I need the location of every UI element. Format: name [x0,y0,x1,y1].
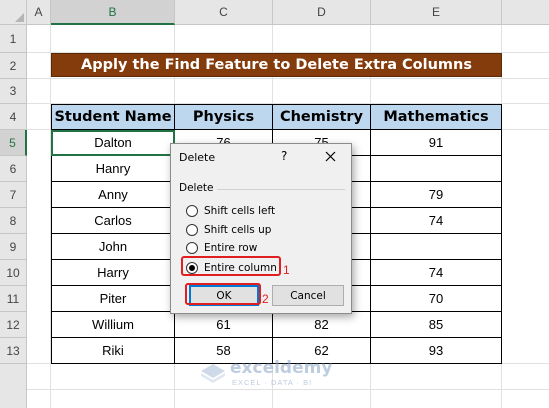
table-cell[interactable]: Dalton [51,129,175,156]
row-header-13[interactable]: 13 [0,338,27,364]
dialog-title: Delete [179,151,216,164]
row-header-9[interactable]: 9 [0,234,27,260]
option-label: Shift cells up [204,224,272,236]
table-cell[interactable]: 85 [370,311,502,338]
row-header-12[interactable]: 12 [0,312,27,338]
table-cell[interactable]: 79 [370,181,502,208]
table-cell[interactable]: 82 [272,311,371,338]
callout-number-2: 2 [262,292,269,306]
row-header-8[interactable]: 8 [0,208,27,234]
ok-button[interactable]: OK [189,285,259,306]
table-cell[interactable] [370,155,502,182]
table-header-physics[interactable]: Physics [174,104,273,130]
watermark-text: exceldemy EXCEL · DATA · BI [230,358,332,387]
table-cell[interactable]: 61 [174,311,273,338]
column-header-blank [502,0,549,25]
watermark-name: exceldemy [230,358,333,378]
watermark: exceldemy EXCEL · DATA · BI [200,358,332,387]
table-cell[interactable]: 74 [370,259,502,286]
row-header-5[interactable]: 5 [0,130,27,156]
column-header-a[interactable]: A [27,0,51,25]
option-label: Shift cells left [204,205,276,217]
select-all-corner[interactable] [0,0,27,25]
row-header-1[interactable]: 1 [0,25,27,53]
gridline [27,389,549,390]
group-divider [217,189,345,190]
cancel-button[interactable]: Cancel [272,285,344,306]
radio-shift-cells-left[interactable] [186,205,198,217]
delete-dialog: Delete ? Delete Shift cells left Shift c… [170,143,352,314]
table-cell[interactable]: 70 [370,285,502,312]
option-label: Entire column [204,262,277,274]
table-cell[interactable]: Willium [51,311,175,338]
table-cell[interactable]: Hanry [51,155,175,182]
row-header-10[interactable]: 10 [0,260,27,286]
radio-entire-row[interactable] [186,242,198,254]
table-cell[interactable]: Harry [51,259,175,286]
table-cell[interactable]: John [51,233,175,260]
exceldemy-logo-icon [201,363,225,383]
watermark-subtitle: EXCEL · DATA · BI [232,378,313,387]
select-all-triangle-icon [15,13,24,22]
option-entire-row[interactable]: Entire row [186,240,257,256]
table-header-chemistry[interactable]: Chemistry [272,104,371,130]
help-button[interactable]: ? [281,149,287,163]
row-header-4[interactable]: 4 [0,104,27,130]
radio-entire-column[interactable] [186,262,198,274]
gridline [27,78,549,79]
row-header-6[interactable]: 6 [0,156,27,182]
close-icon [325,151,335,161]
callout-number-1: 1 [283,263,290,277]
row-header-2[interactable]: 2 [0,53,27,79]
table-header-student-name[interactable]: Student Name [51,104,175,130]
radio-shift-cells-up[interactable] [186,224,198,236]
option-shift-cells-left[interactable]: Shift cells left [186,203,275,219]
table-cell[interactable]: Anny [51,181,175,208]
column-header-b[interactable]: B [51,0,175,25]
column-header-c[interactable]: C [175,0,273,25]
sheet-title: Apply the Find Feature to Delete Extra C… [51,53,502,77]
option-entire-column[interactable]: Entire column [186,260,277,276]
table-cell[interactable]: 93 [370,337,502,364]
row-header-blank [0,364,27,408]
table-cell[interactable] [370,233,502,260]
table-cell[interactable]: Riki [51,337,175,364]
row-header-7[interactable]: 7 [0,182,27,208]
option-label: Entire row [204,242,258,254]
table-cell[interactable]: 74 [370,207,502,234]
group-label: Delete [179,182,214,194]
option-shift-cells-up[interactable]: Shift cells up [186,222,271,238]
table-cell[interactable]: Carlos [51,207,175,234]
table-cell[interactable]: 91 [370,129,502,156]
column-header-d[interactable]: D [273,0,371,25]
column-header-e[interactable]: E [371,0,502,25]
close-button[interactable] [319,146,341,166]
row-header-3[interactable]: 3 [0,79,27,104]
table-cell[interactable]: Piter [51,285,175,312]
table-header-mathematics[interactable]: Mathematics [370,104,502,130]
row-header-11[interactable]: 11 [0,286,27,312]
